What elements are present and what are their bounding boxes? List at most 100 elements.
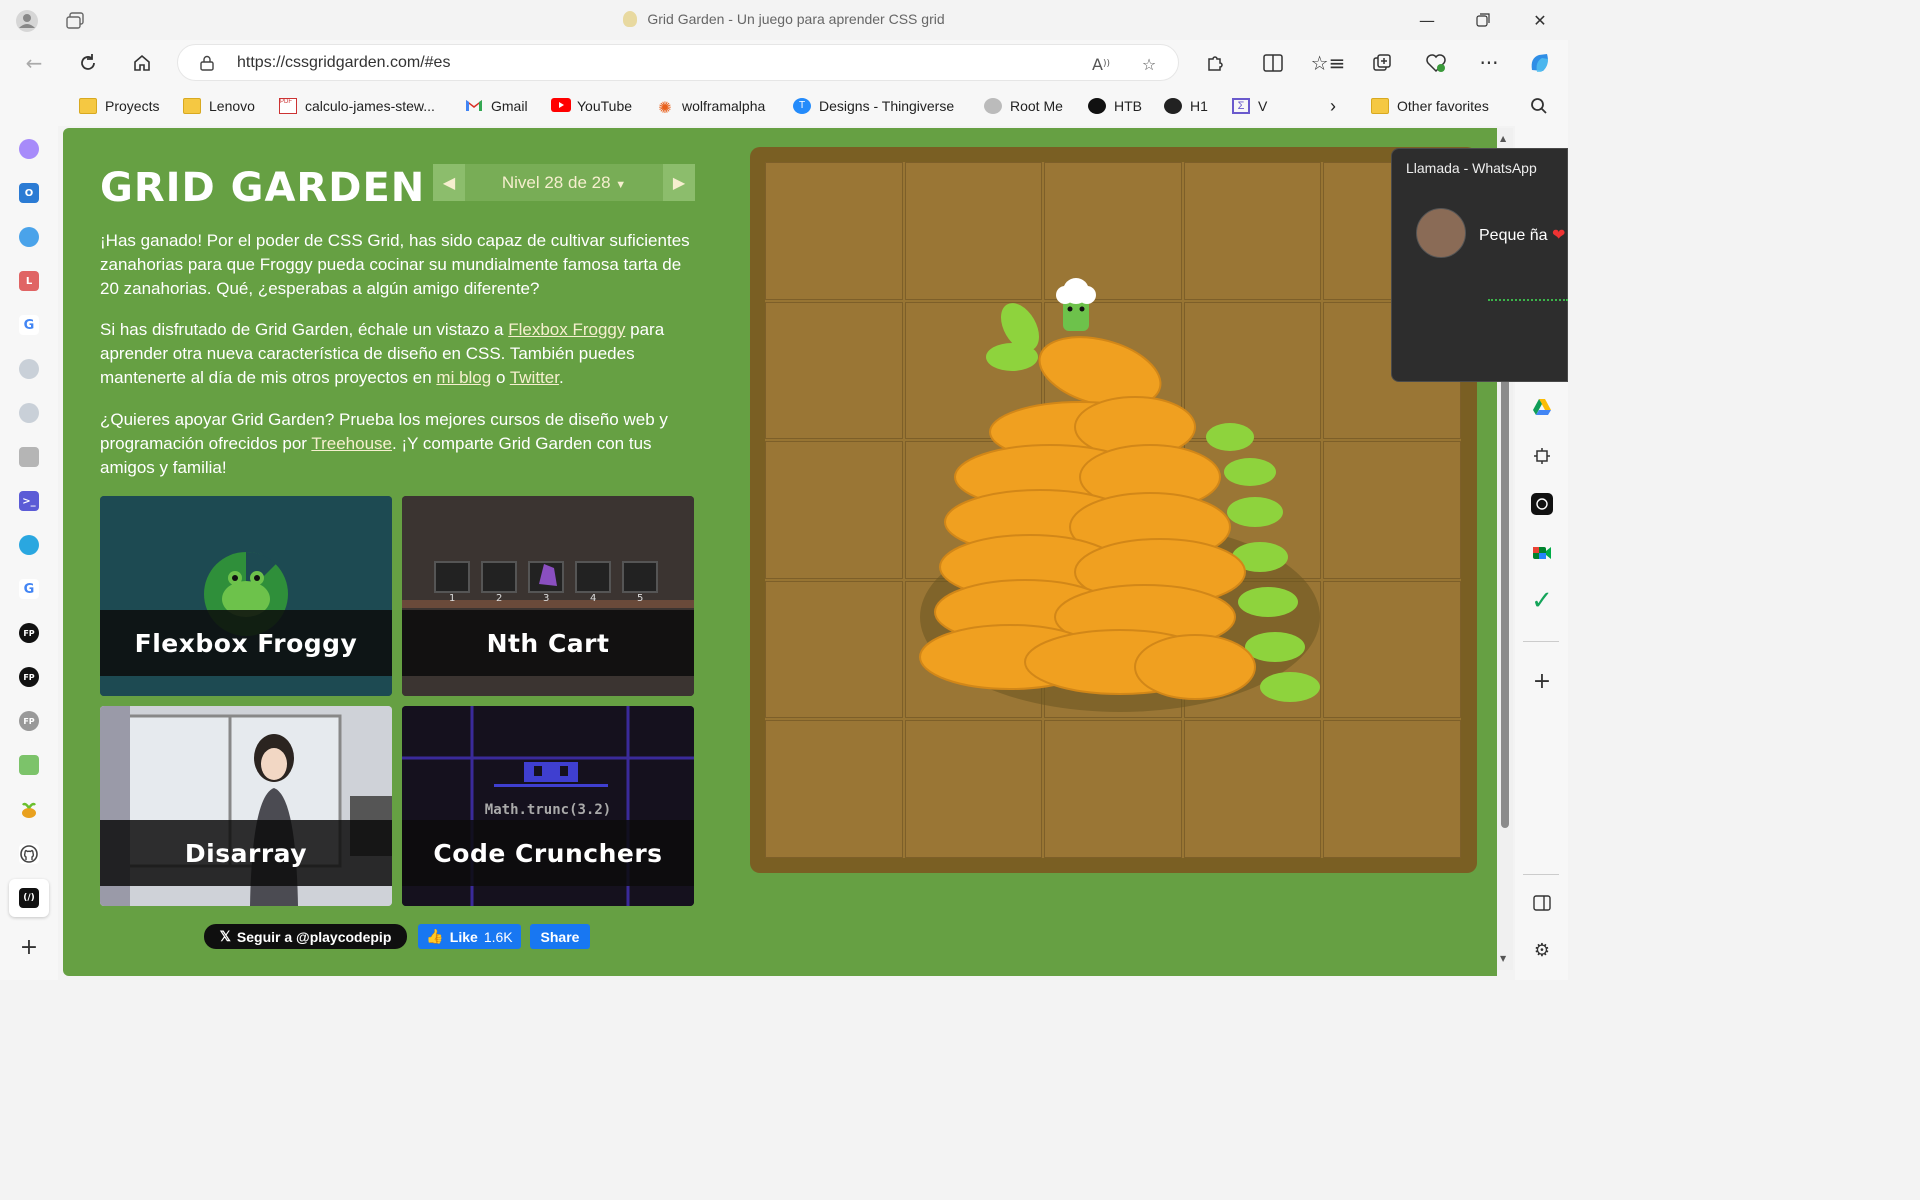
fp-icon-3[interactable]: FP [19,711,39,731]
fp-icon-1[interactable]: FP [19,623,39,643]
github-icon[interactable] [19,844,39,864]
grid-garden-favicon [623,11,638,27]
scroll-down-arrow-icon[interactable]: ▼ [1500,954,1506,963]
url-text[interactable]: https://cssgridgarden.com/#es [237,54,450,72]
sidebar-divider [1523,874,1559,875]
wolframalpha-icon: ✺ [658,100,672,117]
title-bar: Grid Garden - Un juego para aprender CSS… [0,0,1568,40]
split-screen-icon[interactable] [1257,48,1289,78]
treehouse-link[interactable]: Treehouse [311,434,392,453]
favorite-calculo[interactable]: PDF calculo-james-stew... [279,95,435,117]
level-selector[interactable]: Nivel 28 de 28 ▼ [465,173,663,193]
garden-board [750,147,1477,873]
window-title: Grid Garden - Un juego para aprender CSS… [0,11,1568,27]
facebook-like-button[interactable]: 👍 Like 1.6K [418,924,521,949]
onedrive-icon[interactable] [19,227,39,247]
favorite-star-icon[interactable]: ☆ [1136,51,1162,77]
grid-garden-tab-icon[interactable] [19,799,39,819]
sidebar-app-icon-4[interactable] [19,447,39,467]
refresh-button[interactable] [72,48,104,78]
card-title: Code Crunchers [402,820,694,886]
card-title: Nth Cart [402,610,694,676]
grid-garden-page: GRID GARDEN ◀ Nivel 28 de 28 ▼ ▶ ¡Has ga… [63,128,1497,976]
favorite-other-favorites[interactable]: Other favorites [1371,95,1489,117]
edge-icon[interactable] [19,535,39,555]
restore-button[interactable] [1463,6,1503,34]
sidebar-app-icon-3[interactable] [19,403,39,423]
favorite-wolframalpha[interactable]: ✺ wolframalpha [656,95,765,117]
favorites-icon[interactable]: ☆≡ [1311,48,1346,78]
facebook-share-button[interactable]: Share [530,924,590,949]
close-button[interactable]: ✕ [1520,6,1560,34]
copilot-icon[interactable] [1524,48,1556,78]
whatsapp-call-popup[interactable]: Llamada - WhatsApp Peque ña ❤ [1391,148,1568,382]
extensions-icon[interactable] [1199,48,1231,78]
google-meet-icon[interactable] [1531,542,1553,564]
search-icon[interactable] [1530,95,1548,117]
favorite-htb[interactable]: HTB [1088,95,1142,117]
google-icon-2[interactable]: G [19,579,39,599]
favorite-youtube[interactable]: YouTube [551,95,632,117]
read-aloud-icon[interactable]: A)) [1088,51,1114,77]
settings-more-icon[interactable]: ··· [1473,48,1505,78]
like-count: 1.6K [483,928,513,945]
scroll-up-arrow-icon[interactable]: ▲ [1500,134,1506,143]
google-drive-icon[interactable] [1531,396,1553,418]
favorite-h1[interactable]: H1 [1164,95,1208,117]
flexbox-froggy-link[interactable]: Flexbox Froggy [508,320,625,339]
chatgpt-icon[interactable] [1531,493,1553,515]
code-app-icon[interactable]: (/) [19,888,39,908]
code-crunchers-card[interactable]: Math.trunc(3.2) Code Crunchers [402,706,694,906]
address-bar[interactable]: https://cssgridgarden.com/#es A)) ☆ [177,44,1179,81]
twitter-link[interactable]: Twitter [510,368,559,387]
add-sidebar-app-icon[interactable]: + [1531,669,1553,694]
code-snippet: Math.trunc(3.2) [484,802,612,818]
disarray-card[interactable]: Disarray [100,706,392,906]
google-icon[interactable]: G [19,315,39,335]
checkmark-app-icon[interactable]: ✓ [1531,586,1553,616]
carrot-pile-illustration [919,278,1320,712]
minimize-button[interactable]: — [1407,6,1447,34]
sidebar-divider [1523,641,1559,642]
nth-cart-card[interactable]: 1 2 3 4 5 Nth Cart [402,496,694,696]
l-app-icon[interactable]: L [19,271,39,291]
favorite-gmail[interactable]: Gmail [465,95,528,117]
back-button[interactable]: ← [18,48,50,78]
android-icon[interactable] [19,755,39,775]
flexbox-froggy-card[interactable]: Flexbox Froggy [100,496,392,696]
call-progress-indicator [1488,299,1568,301]
winning-message: ¡Has ganado! Por el poder de CSS Grid, h… [100,231,690,298]
blog-link[interactable]: mi blog [436,368,491,387]
cart-number: 1 [449,593,456,604]
favorite-thingiverse[interactable]: T Designs - Thingiverse [793,95,954,117]
v-icon: Σ [1232,98,1250,114]
sidebar-app-icon-1[interactable] [19,139,39,159]
outlook-icon[interactable]: O [19,183,39,203]
page-title: GRID GARDEN [100,165,426,211]
twitter-follow-button[interactable]: 𝕏 Seguir a @playcodepip [204,924,407,949]
level-navigator: ◀ Nivel 28 de 28 ▼ ▶ [433,164,695,201]
rootme-icon [984,98,1002,114]
fp-icon-2[interactable]: FP [19,667,39,687]
favorite-proyects[interactable]: Proyects [79,95,159,117]
sidebar-tool-icon[interactable] [1531,445,1553,467]
recommendation-paragraph: Si has disfrutado de Grid Garden, échale… [100,320,665,387]
collections-icon[interactable] [1366,48,1398,78]
more-favorites-chevron-icon[interactable]: › [1330,95,1336,117]
terminal-icon[interactable]: >_ [19,491,39,511]
previous-level-arrow-icon[interactable]: ◀ [433,164,465,201]
add-sidebar-app-icon[interactable]: + [19,935,39,960]
favorite-rootme[interactable]: Root Me [984,95,1063,117]
lock-icon [200,55,214,71]
home-button[interactable] [126,48,158,78]
favorite-lenovo[interactable]: Lenovo [183,95,255,117]
browser-essentials-icon[interactable] [1420,48,1452,78]
favorite-v[interactable]: ΣV [1232,95,1267,117]
pdf-icon: PDF [279,98,297,114]
sidebar-app-icon-2[interactable] [19,359,39,379]
youtube-icon [551,98,571,114]
left-sidebar: O L G >_ G FP FP FP (/) + [0,86,58,980]
next-level-arrow-icon[interactable]: ▶ [663,164,695,201]
hide-sidebar-icon[interactable] [1531,892,1553,914]
sidebar-settings-gear-icon[interactable]: ⚙ [1531,939,1553,961]
